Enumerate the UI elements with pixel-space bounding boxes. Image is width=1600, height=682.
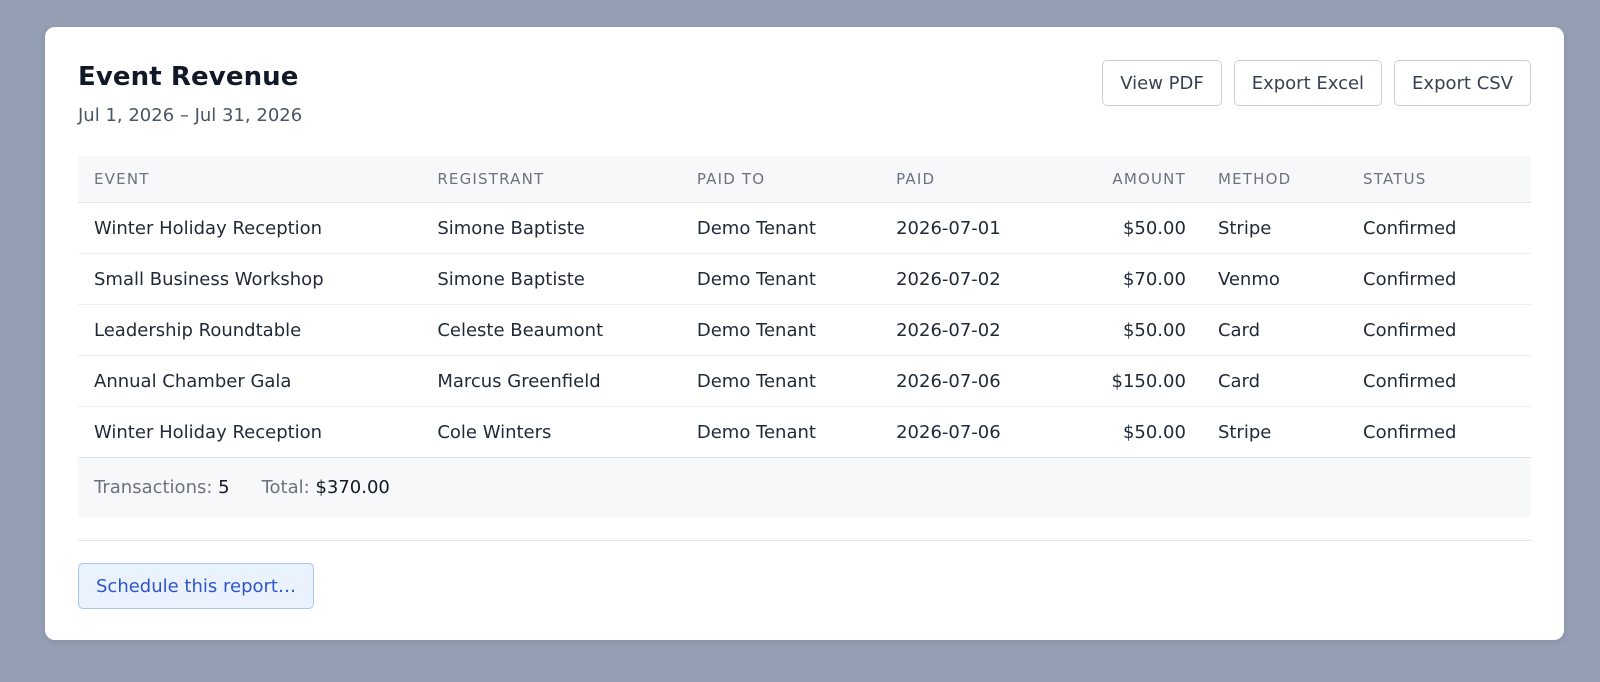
cell-paid-to: Demo Tenant bbox=[680, 304, 881, 356]
cell-paid-date: 2026-07-06 bbox=[880, 355, 1022, 407]
cell-method: Card bbox=[1201, 355, 1348, 407]
column-header-status[interactable]: Status bbox=[1347, 156, 1531, 203]
transactions-label: Transactions: bbox=[94, 477, 213, 498]
cell-amount: $50.00 bbox=[1021, 406, 1202, 458]
table-row: Winter Holiday Reception Cole Winters De… bbox=[78, 406, 1531, 458]
cell-status: Confirmed bbox=[1347, 406, 1531, 458]
cell-amount: $50.00 bbox=[1021, 202, 1202, 254]
report-header: Event Revenue Jul 1, 2026 – Jul 31, 2026… bbox=[78, 27, 1531, 156]
transactions-count: 5 bbox=[218, 477, 230, 498]
table-row: Small Business Workshop Simone Baptiste … bbox=[78, 253, 1531, 305]
table-row: Leadership Roundtable Celeste Beaumont D… bbox=[78, 304, 1531, 356]
cell-amount: $50.00 bbox=[1021, 304, 1202, 356]
view-pdf-button[interactable]: View PDF bbox=[1102, 60, 1222, 106]
cell-paid-date: 2026-07-01 bbox=[880, 202, 1022, 254]
cell-method: Stripe bbox=[1201, 202, 1348, 254]
export-actions: View PDF Export Excel Export CSV bbox=[1102, 60, 1531, 106]
summary-bar: Transactions: 5 Total: $370.00 bbox=[78, 458, 1531, 517]
column-header-event[interactable]: Event bbox=[78, 156, 422, 203]
report-card: Event Revenue Jul 1, 2026 – Jul 31, 2026… bbox=[45, 27, 1564, 640]
cell-paid-date: 2026-07-02 bbox=[880, 253, 1022, 305]
export-csv-button[interactable]: Export CSV bbox=[1394, 60, 1531, 106]
date-range: Jul 1, 2026 – Jul 31, 2026 bbox=[78, 105, 303, 126]
cell-event: Leadership Roundtable bbox=[78, 304, 422, 356]
cell-paid-to: Demo Tenant bbox=[680, 355, 881, 407]
cell-amount: $150.00 bbox=[1021, 355, 1202, 407]
cell-paid-to: Demo Tenant bbox=[680, 253, 881, 305]
schedule-report-button[interactable]: Schedule this report… bbox=[78, 563, 314, 609]
column-header-paid-to[interactable]: Paid To bbox=[680, 156, 881, 203]
cell-event: Winter Holiday Reception bbox=[78, 406, 422, 458]
total-amount: $370.00 bbox=[315, 477, 390, 498]
column-header-method[interactable]: Method bbox=[1201, 156, 1348, 203]
total-label: Total: bbox=[261, 477, 310, 498]
column-header-paid[interactable]: Paid bbox=[880, 156, 1022, 203]
cell-registrant: Celeste Beaumont bbox=[421, 304, 681, 356]
cell-status: Confirmed bbox=[1347, 253, 1531, 305]
cell-paid-to: Demo Tenant bbox=[680, 406, 881, 458]
cell-registrant: Simone Baptiste bbox=[421, 202, 681, 254]
table-row: Winter Holiday Reception Simone Baptiste… bbox=[78, 202, 1531, 254]
cell-method: Venmo bbox=[1201, 253, 1348, 305]
cell-status: Confirmed bbox=[1347, 355, 1531, 407]
export-excel-button[interactable]: Export Excel bbox=[1233, 60, 1383, 106]
cell-status: Confirmed bbox=[1347, 304, 1531, 356]
cell-status: Confirmed bbox=[1347, 202, 1531, 254]
section-divider bbox=[78, 540, 1531, 541]
page-title: Event Revenue bbox=[78, 62, 299, 92]
revenue-table: Event Registrant Paid To Paid Amount Met… bbox=[78, 156, 1531, 458]
cell-paid-to: Demo Tenant bbox=[680, 202, 881, 254]
column-header-registrant[interactable]: Registrant bbox=[421, 156, 681, 203]
cell-event: Annual Chamber Gala bbox=[78, 355, 422, 407]
cell-paid-date: 2026-07-06 bbox=[880, 406, 1022, 458]
cell-method: Stripe bbox=[1201, 406, 1348, 458]
table-row: Annual Chamber Gala Marcus Greenfield De… bbox=[78, 355, 1531, 407]
cell-amount: $70.00 bbox=[1021, 253, 1202, 305]
cell-registrant: Simone Baptiste bbox=[421, 253, 681, 305]
cell-registrant: Cole Winters bbox=[421, 406, 681, 458]
cell-paid-date: 2026-07-02 bbox=[880, 304, 1022, 356]
cell-event: Winter Holiday Reception bbox=[78, 202, 422, 254]
cell-method: Card bbox=[1201, 304, 1348, 356]
cell-registrant: Marcus Greenfield bbox=[421, 355, 681, 407]
column-header-amount[interactable]: Amount bbox=[1021, 156, 1202, 203]
cell-event: Small Business Workshop bbox=[78, 253, 422, 305]
table-header-row: Event Registrant Paid To Paid Amount Met… bbox=[78, 156, 1531, 203]
